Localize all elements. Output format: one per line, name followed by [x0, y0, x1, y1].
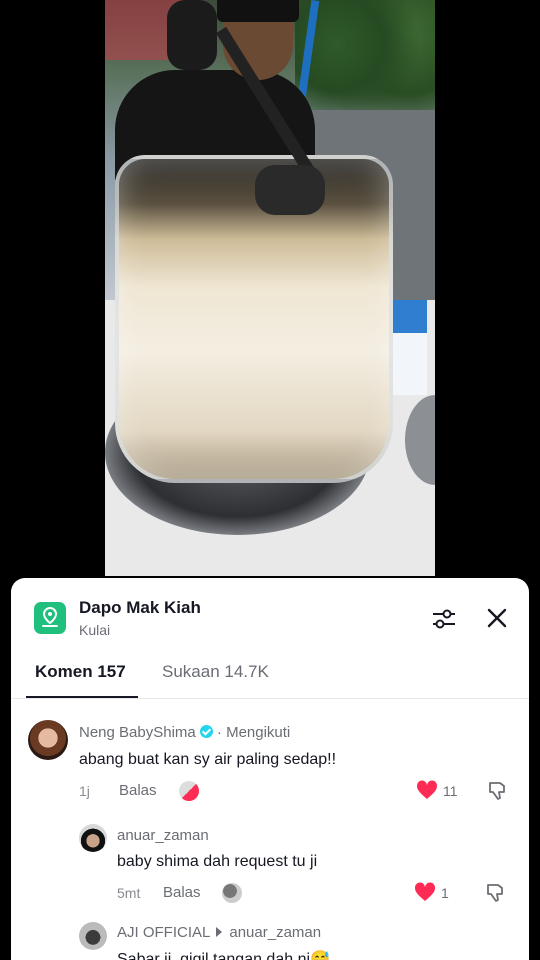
video-ladle-cup	[255, 165, 325, 215]
reply-button[interactable]: Balas	[163, 884, 201, 901]
location-pin-icon[interactable]	[34, 602, 66, 634]
comment-time: 5mt	[117, 885, 141, 901]
dislike-icon[interactable]	[487, 780, 509, 802]
tab-comments[interactable]: Komen 157	[35, 662, 126, 682]
comment-text: abang buat kan sy air paling sedap!!	[79, 751, 337, 768]
comment-username-row: AJI OFFICIAL anuar_zaman	[117, 924, 321, 941]
reply-button[interactable]: Balas	[119, 782, 157, 799]
tab-active-indicator	[26, 696, 138, 698]
reply-to-username[interactable]: anuar_zaman	[229, 924, 321, 941]
comment-time: 1j	[79, 783, 90, 799]
comment-username[interactable]: anuar_zaman	[117, 827, 209, 844]
avatar[interactable]	[79, 922, 107, 950]
location-title[interactable]: Dapo Mak Kiah	[79, 598, 201, 618]
verified-icon	[199, 725, 213, 738]
comment-username[interactable]: Neng BabyShima	[79, 724, 196, 741]
follow-status: · Mengikuti	[216, 724, 291, 741]
video-drink-jar	[115, 155, 393, 483]
heart-icon[interactable]	[416, 780, 438, 800]
like-count: 11	[443, 783, 458, 799]
comment-username[interactable]: AJI OFFICIAL	[117, 924, 210, 941]
heart-icon[interactable]	[414, 882, 436, 902]
comment-text: Sabar ji, gigil tangan dah ni😅	[117, 951, 330, 960]
avatar[interactable]	[79, 824, 107, 852]
video-glove	[167, 0, 217, 70]
avatar[interactable]	[28, 720, 68, 760]
panel-header: Dapo Mak Kiah Kulai	[11, 578, 529, 656]
dislike-icon[interactable]	[485, 882, 507, 904]
comment-text: baby shima dah request tu ji	[117, 853, 318, 870]
filter-sliders-icon[interactable]	[431, 606, 457, 632]
location-subtitle: Kulai	[79, 622, 111, 638]
reply-arrow-icon	[216, 927, 223, 937]
close-icon[interactable]	[485, 606, 509, 630]
comments-panel: Dapo Mak Kiah Kulai Komen 157 Sukaan 14.…	[11, 578, 529, 960]
tab-bar: Komen 157 Sukaan 14.7K	[11, 656, 529, 699]
video-vendor-cap	[217, 0, 299, 22]
tab-likes[interactable]: Sukaan 14.7K	[162, 662, 269, 682]
reaction-sticker	[179, 781, 199, 801]
video-frame[interactable]	[105, 0, 435, 576]
like-count: 1	[441, 885, 449, 901]
comment-username-row: Neng BabyShima · Mengikuti	[79, 724, 290, 741]
reaction-sticker	[222, 883, 242, 903]
